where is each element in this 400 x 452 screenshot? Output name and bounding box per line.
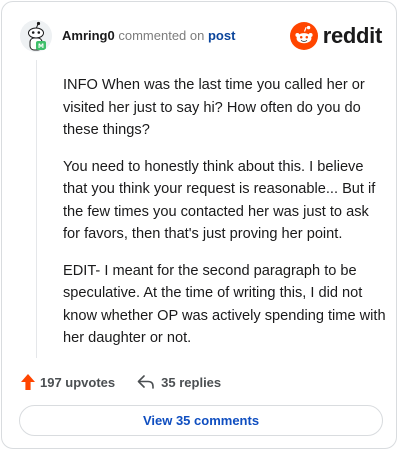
comment-body: INFO When was the last time you called h… <box>63 74 389 364</box>
comment-paragraph: You need to honestly think about this. I… <box>63 158 376 243</box>
view-comments-button[interactable]: View 35 comments <box>19 405 383 436</box>
thread-line <box>36 60 37 358</box>
upvote-count: 197 upvotes <box>40 374 116 390</box>
user-avatar[interactable]: M <box>20 20 52 52</box>
upvote-arrow-icon <box>21 374 35 390</box>
comment-actions: 197 upvotes 35 replies <box>20 370 221 394</box>
comment-verb: commented on <box>118 28 205 43</box>
comment-paragraph: EDIT- I meant for the second paragraph t… <box>63 262 386 347</box>
replies-count: 35 replies <box>161 374 222 390</box>
reply-arrow-icon <box>137 375 154 389</box>
comment-paragraph: INFO When was the last time you called h… <box>63 77 365 138</box>
snoo-avatar-icon: M <box>20 20 52 52</box>
reddit-logo[interactable]: reddit <box>289 22 383 50</box>
replies-button[interactable]: 35 replies <box>137 374 221 390</box>
reddit-wordmark: reddit <box>322 23 383 48</box>
username[interactable]: Amring0 <box>62 28 115 43</box>
comment-card: M Amring0 commented on post reddit INFO … <box>1 1 397 449</box>
comment-meta: Amring0 commented on post <box>62 28 235 44</box>
reddit-snoo-logo-icon <box>289 22 318 50</box>
comment-header: M Amring0 commented on post reddit <box>20 18 382 54</box>
upvote-button[interactable]: 197 upvotes <box>20 373 115 391</box>
post-link[interactable]: post <box>208 28 235 43</box>
svg-text:M: M <box>38 43 44 50</box>
